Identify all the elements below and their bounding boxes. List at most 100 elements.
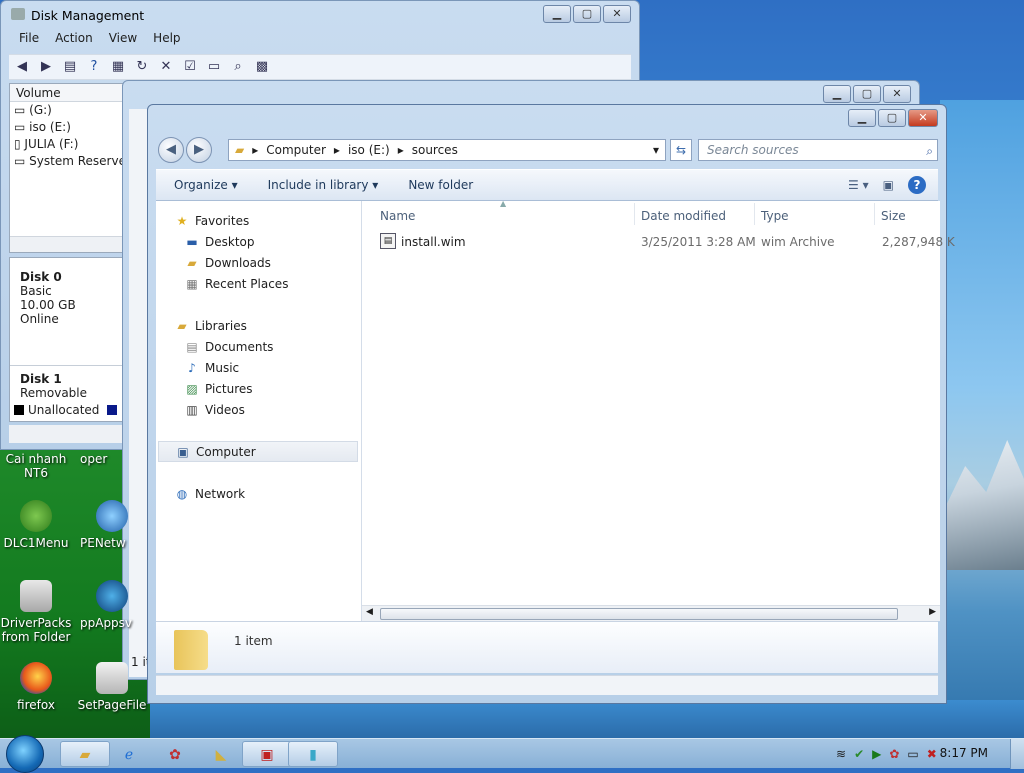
driverpacks-icon [20,580,52,612]
desktop-icon-oper[interactable]: oper [80,452,130,466]
breadcrumb-sources[interactable]: sources [412,143,458,157]
tray-icon-monitor[interactable]: ▭ [907,747,918,761]
back-icon[interactable]: ◀ [13,58,31,76]
taskbar-app-6[interactable]: ▮ [288,741,338,767]
scroll-right-icon[interactable]: ▶ [929,607,936,617]
volume-row[interactable]: ▯ JULIA (F:) [10,136,126,153]
help-icon[interactable]: ? [85,58,103,76]
open-folder-icon[interactable]: ▭ [205,58,223,76]
scroll-left-icon[interactable]: ◀ [366,607,373,617]
nav-pictures[interactable]: ▨ Pictures [184,379,384,400]
nav-documents[interactable]: ▤ Documents [184,337,384,358]
console-tree-icon[interactable]: ▤ [61,58,79,76]
desktop-icon-driverpacks[interactable]: DriverPacks from Folder [0,580,74,644]
desktop-icon-dlc1menu[interactable]: DLC1Menu [0,500,74,550]
primary-swatch [107,405,118,415]
search-icon[interactable]: ⌕ [229,58,247,76]
nav-network[interactable]: ◍ Network [174,484,374,505]
minimize-button[interactable]: ▁ [823,85,851,103]
volume-row[interactable]: ▭ (G:) [10,102,126,119]
column-date-modified[interactable]: Date modified [641,209,726,223]
refresh-icon[interactable]: ↻ [133,58,151,76]
desktop-icon-penetwork[interactable]: PENetw [80,500,130,550]
column-separator[interactable] [874,203,875,225]
address-bar[interactable]: ▰ ▸ Computer ▸ iso (E:) ▸ sources ▾ [228,139,666,161]
desktop-icon-setpagefile[interactable]: SetPageFile [76,662,148,712]
explorer-window[interactable]: ▁ ▢ ✕ ◀ ▶ ▰ ▸ Computer ▸ iso (E:) ▸ sour… [147,104,955,704]
grid-icon[interactable]: ▩ [253,58,271,76]
nav-favorites[interactable]: ★ Favorites [174,211,374,232]
menu-action[interactable]: Action [55,31,93,51]
tray-icon-network-x[interactable]: ✖ [927,747,937,761]
nav-desktop[interactable]: ▬ Desktop [184,232,384,253]
tray-icon-network-app[interactable]: ✿ [889,747,899,761]
column-type[interactable]: Type [761,209,789,223]
horizontal-scrollbar[interactable] [10,236,126,252]
taskbar-app-5[interactable]: ▣ [242,741,292,767]
back-button[interactable]: ◀ [158,137,184,163]
close-button[interactable]: ✕ [603,5,631,23]
tray-icon-stack[interactable]: ≋ [836,747,846,761]
new-folder-button[interactable]: New folder [408,178,473,192]
taskbar-app-4[interactable]: ◣ [196,741,246,767]
recent-places-icon: ▦ [186,277,198,291]
nav-downloads[interactable]: ▰ Downloads [184,253,384,274]
desktop-icon-cai-nhanh[interactable]: Cai nhanh NT6 [0,452,74,480]
file-row[interactable]: ▤ install.wim 3/25/2011 3:28 AM wim Arch… [362,229,955,251]
explorer-titlebar[interactable]: ▁ ▢ ✕ [148,105,946,133]
view-options-icon[interactable]: ☰ ▾ [848,178,869,192]
properties-icon[interactable]: ▦ [109,58,127,76]
minimize-button[interactable]: ▁ [543,5,571,23]
clock[interactable]: 8:17 PM [940,746,988,760]
delete-icon[interactable]: ✕ [157,58,175,76]
column-name[interactable]: Name [380,209,415,223]
maximize-button[interactable]: ▢ [573,5,601,23]
volume-row[interactable]: ▭ iso (E:) [10,119,126,136]
forward-icon[interactable]: ▶ [37,58,55,76]
nav-videos[interactable]: ▥ Videos [184,400,384,421]
help-icon[interactable]: ? [908,176,926,194]
column-size[interactable]: Size [881,209,906,223]
tray-icon-check[interactable]: ✔ [854,747,864,761]
column-separator[interactable] [754,203,755,225]
nav-computer[interactable]: ▣ Computer [158,441,358,462]
desktop-icon-ppapps[interactable]: ppAppsv [80,580,132,630]
breadcrumb-iso[interactable]: iso (E:) [348,143,390,157]
forward-button[interactable]: ▶ [186,137,212,163]
tray-icon-play[interactable]: ▶ [872,747,881,761]
search-input[interactable]: Search sources ⌕ [698,139,938,161]
refresh-button[interactable]: ⇆ [670,139,692,161]
maximize-button[interactable]: ▢ [853,85,881,103]
disk-management-icon: ▮ [309,747,317,763]
start-button[interactable] [6,735,44,773]
nav-music[interactable]: ♪ Music [184,358,384,379]
nav-libraries[interactable]: ▰ Libraries [174,316,374,337]
disk-0-block[interactable]: Disk 0 Basic 10.00 GB Online [10,258,126,366]
scrollbar-thumb[interactable] [380,608,898,620]
column-separator[interactable] [634,203,635,225]
maximize-button[interactable]: ▢ [878,109,906,127]
desktop-icon-firefox[interactable]: firefox [0,662,74,712]
include-in-library-button[interactable]: Include in library ▾ [268,178,379,192]
taskbar-explorer[interactable]: ▰ [60,741,110,767]
menu-view[interactable]: View [109,31,137,51]
disk-1-block[interactable]: Disk 1 Removable [10,366,126,400]
horizontal-scrollbar[interactable]: ◀ ▶ [362,605,940,621]
organize-button[interactable]: Organize ▾ [174,178,238,192]
breadcrumb-computer[interactable]: Computer [266,143,326,157]
close-button[interactable]: ✕ [883,85,911,103]
volume-column-header[interactable]: Volume [10,84,126,102]
minimize-button[interactable]: ▁ [848,109,876,127]
checklist-icon[interactable]: ☑ [181,58,199,76]
menu-file[interactable]: File [19,31,39,51]
volume-row[interactable]: ▭ System Reserved [10,153,134,170]
show-desktop-button[interactable] [1010,739,1024,769]
chevron-down-icon[interactable]: ▾ [653,143,659,157]
menu-help[interactable]: Help [153,31,180,51]
taskbar-app-3[interactable]: ✿ [150,741,200,767]
nav-recent-places[interactable]: ▦ Recent Places [184,274,384,295]
close-button[interactable]: ✕ [908,109,938,127]
disk-management-titlebar[interactable]: Disk Management ▁ ▢ ✕ [1,1,639,29]
taskbar-ie[interactable]: ℯ [104,741,154,767]
preview-pane-icon[interactable]: ▣ [883,178,894,192]
